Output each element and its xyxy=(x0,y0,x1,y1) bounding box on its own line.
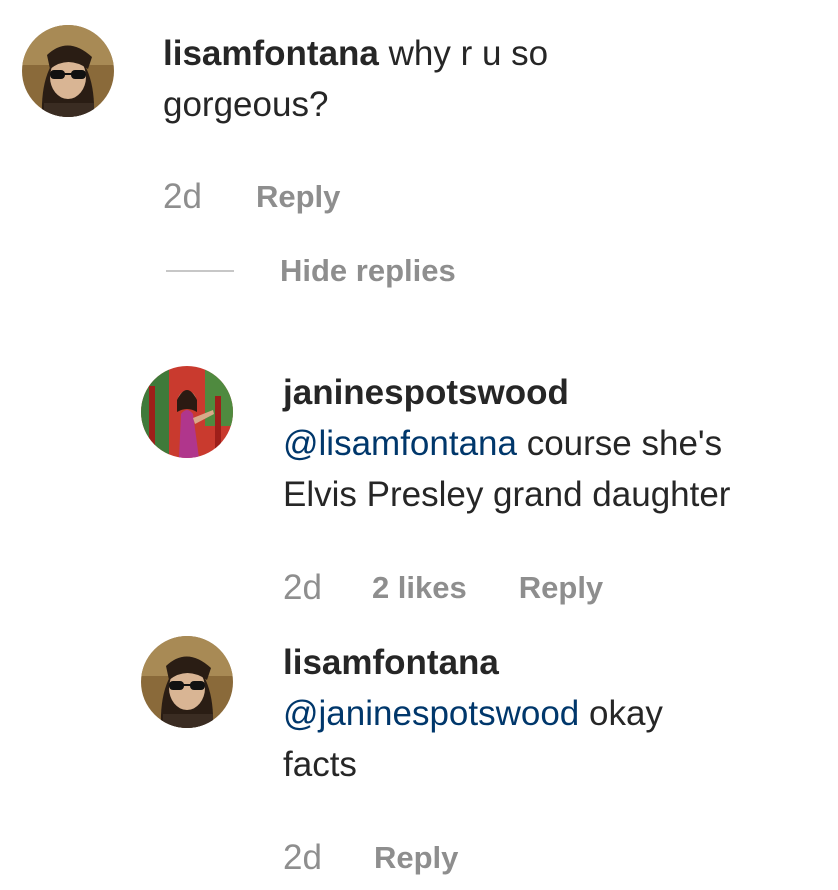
comment-meta: 2d Reply xyxy=(163,177,340,217)
reply-timestamp: 2d xyxy=(283,568,322,607)
comment: lisamfontana why r u so gorgeous? 2d Rep… xyxy=(0,0,838,300)
reply-button[interactable]: Reply xyxy=(256,179,340,215)
reply-meta: 2d 2 likes Reply xyxy=(283,568,603,608)
comment-body-line2: gorgeous? xyxy=(163,85,329,124)
likes-count[interactable]: 2 likes xyxy=(372,570,467,606)
reply-body-line1: course she's xyxy=(516,424,723,463)
hide-replies-button[interactable]: Hide replies xyxy=(280,253,456,289)
reply-meta: 2d Reply xyxy=(283,838,458,878)
comment-body-line1: why r u so xyxy=(378,34,549,73)
reply-button[interactable]: Reply xyxy=(519,570,603,606)
avatar[interactable] xyxy=(22,25,114,117)
profile-photo-icon xyxy=(141,366,233,458)
mention-link[interactable]: @janinespotswood xyxy=(283,694,579,733)
reply-text: janinespotswood @lisamfontana course she… xyxy=(283,367,828,520)
reply-body-line1: okay xyxy=(579,694,663,733)
reply-text: lisamfontana @janinespotswood okay facts xyxy=(283,637,828,790)
hide-replies-row[interactable]: Hide replies xyxy=(166,250,456,292)
thread-divider xyxy=(166,270,234,272)
comment-timestamp: 2d xyxy=(163,177,202,216)
reply-comment: lisamfontana @janinespotswood okay facts… xyxy=(0,612,838,890)
comment-text: lisamfontana why r u so gorgeous? xyxy=(163,28,803,130)
reply-comment: janinespotswood @lisamfontana course she… xyxy=(0,340,838,620)
mention-link[interactable]: @lisamfontana xyxy=(283,424,517,463)
profile-photo-icon xyxy=(22,25,114,117)
reply-username[interactable]: janinespotswood xyxy=(283,373,569,412)
comment-username[interactable]: lisamfontana xyxy=(163,34,379,73)
reply-body-line2: facts xyxy=(283,745,357,784)
reply-button[interactable]: Reply xyxy=(374,840,458,876)
avatar[interactable] xyxy=(141,636,233,728)
avatar[interactable] xyxy=(141,366,233,458)
reply-username[interactable]: lisamfontana xyxy=(283,643,499,682)
profile-photo-icon xyxy=(141,636,233,728)
reply-timestamp: 2d xyxy=(283,838,322,877)
reply-body-line2: Elvis Presley grand daughter xyxy=(283,475,731,514)
